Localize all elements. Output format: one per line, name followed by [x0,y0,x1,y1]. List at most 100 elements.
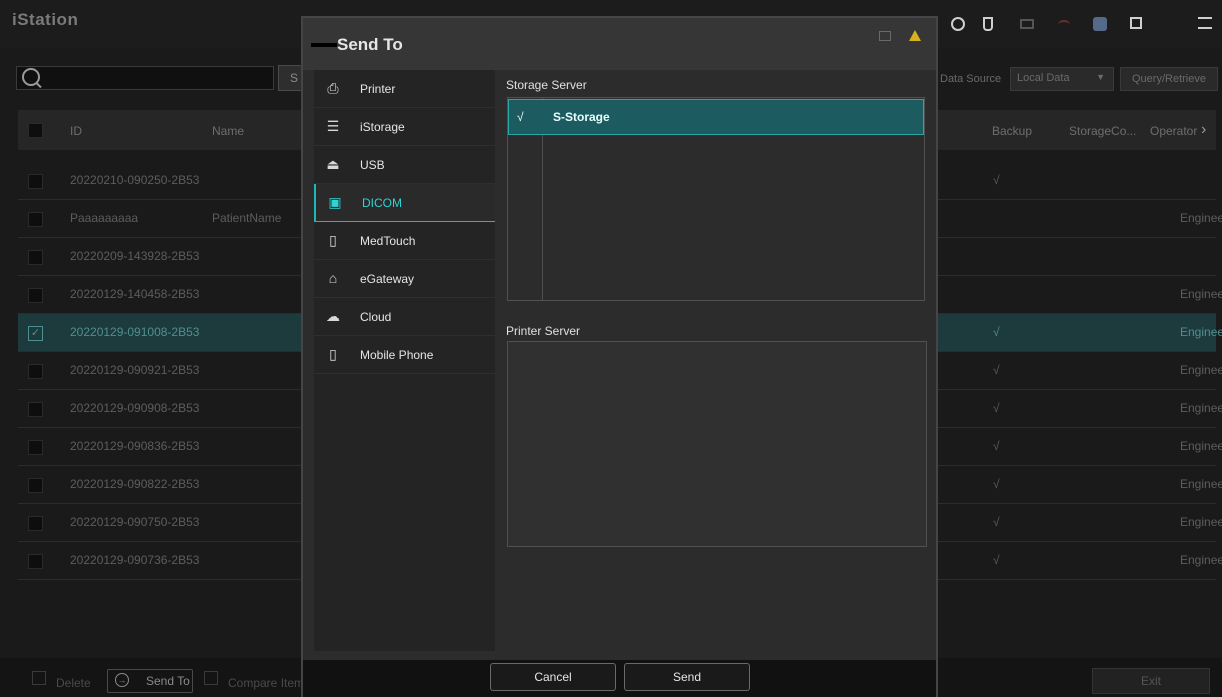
row-checkbox[interactable] [28,250,43,265]
header-storage-commit[interactable]: StorageCo... [1069,124,1136,138]
menu-item-cloud[interactable]: ☁ Cloud [314,298,495,336]
row-id: 20220210-090250-2B53 [70,173,200,187]
row-checkbox[interactable] [28,212,43,227]
network-icon[interactable] [1058,20,1070,30]
arrow-right-icon: → [115,673,129,687]
phone-icon: ▯ [329,346,337,362]
warning-icon[interactable] [909,30,921,41]
usb-status-icon[interactable] [983,17,993,31]
row-backup: √ [993,173,1000,187]
row-operator: Engineer [1180,363,1222,377]
print-queue-icon[interactable] [1130,17,1142,29]
menu-item-dicom[interactable]: ▣ DICOM [314,184,495,222]
row-operator: Engineer [1180,515,1222,529]
monitor-icon[interactable] [1020,19,1034,29]
send-to-label: Send To [146,674,190,688]
menu-item-medtouch[interactable]: ▯ MedTouch [314,222,495,260]
menu-item-label: eGateway [360,272,415,286]
row-checkbox[interactable] [28,288,43,303]
printer-server-list [507,341,927,547]
dialog-title: Send To [337,35,403,54]
row-operator: Engineer [1180,287,1222,301]
compare-item-button[interactable]: Compare Item [228,676,304,690]
record-icon[interactable] [951,17,965,31]
row-id: 20220129-090736-2B53 [70,553,200,567]
menu-item-label: Cloud [360,310,392,324]
data-source-label: Data Source [940,73,1002,85]
menu-item-label: USB [360,158,385,172]
delete-icon [32,671,46,685]
tablet-icon: ▯ [329,232,337,248]
settings-icon[interactable] [1093,17,1107,31]
row-id: 20220129-090836-2B53 [70,439,200,453]
row-id: 20220129-090750-2B53 [70,515,200,529]
menu-item-label: iStorage [360,120,405,134]
data-source-select[interactable]: Local Data ▼ [1010,67,1114,91]
row-backup: √ [993,439,1000,453]
menu-list-icon[interactable] [1198,17,1212,29]
select-all-checkbox[interactable] [28,123,43,138]
title-marker [311,43,337,47]
destination-menu: ⎙ Printer ☰ iStorage ⏏ USB ▣ DICOM ▯ MedTouch ⌂ eGa… [314,70,495,651]
usb-icon: ⏏ [326,156,340,172]
row-operator: Engineer [1180,401,1222,415]
menu-item-label: Printer [360,82,396,96]
row-id: 20220129-090921-2B53 [70,363,200,377]
row-backup: √ [993,515,1000,529]
menu-item-label: Mobile Phone [360,348,434,362]
header-operator[interactable]: Operator [1150,124,1197,138]
row-checkbox[interactable] [28,174,43,189]
header-backup[interactable]: Backup [992,124,1032,138]
menu-item-istorage[interactable]: ☰ iStorage [314,108,495,146]
row-backup: √ [993,363,1000,377]
row-id: 20220129-090908-2B53 [70,401,200,415]
send-to-dialog: Send To ⎙ Printer ☰ iStorage ⏏ USB ▣ DICOM ▯ MedT… [301,16,938,697]
dicom-icon: ▣ [328,194,342,210]
printer-server-label: Printer Server [506,324,581,338]
row-id: 20220129-090822-2B53 [70,477,200,491]
menu-item-printer[interactable]: ⎙ Printer [314,70,495,108]
exit-button[interactable]: Exit [1092,668,1210,694]
row-id: 20220129-140458-2B53 [70,287,200,301]
send-button[interactable]: Send [624,663,750,691]
row-id: Paaaaaaaaa [70,211,139,225]
compare-icon [204,671,218,685]
row-checkbox[interactable] [28,402,43,417]
row-operator: Engineer [1180,477,1222,491]
cloud-icon: ☁ [326,308,340,324]
cancel-button[interactable]: Cancel [490,663,616,691]
printer-icon: ⎙ [327,80,339,96]
row-operator: Engineer [1180,439,1222,453]
menu-item-usb[interactable]: ⏏ USB [314,146,495,184]
menu-item-label: DICOM [362,196,402,210]
header-id[interactable]: ID [70,124,82,138]
gateway-icon: ⌂ [328,270,338,286]
delete-button[interactable]: Delete [56,676,91,690]
menu-item-label: MedTouch [360,234,416,248]
storage-server-name[interactable]: S-Storage [553,110,610,124]
row-id: 20220209-143928-2B53 [70,249,200,263]
row-backup: √ [993,325,1000,339]
row-checkbox[interactable] [28,440,43,455]
search-icon [22,68,40,86]
send-to-button[interactable]: → Send To [107,669,193,693]
row-checkbox[interactable]: ✓ [28,326,43,341]
row-operator: Engineer [1180,553,1222,567]
storage-server-check[interactable]: √ [517,110,524,124]
row-id: 20220129-091008-2B53 [70,325,200,339]
row-checkbox[interactable] [28,364,43,379]
query-retrieve-button[interactable]: Query/Retrieve [1120,67,1218,91]
row-backup: √ [993,401,1000,415]
menu-item-egateway[interactable]: ⌂ eGateway [314,260,495,298]
network-status-icon [879,31,891,41]
row-checkbox[interactable] [28,554,43,569]
row-checkbox[interactable] [28,478,43,493]
storage-icon: ☰ [326,118,340,134]
chevron-right-icon[interactable]: › [1201,121,1206,139]
menu-item-mobile-phone[interactable]: ▯ Mobile Phone [314,336,495,374]
row-checkbox[interactable] [28,516,43,531]
data-source-value: Local Data [1017,72,1070,84]
search-input[interactable] [16,66,274,90]
header-name[interactable]: Name [212,124,244,138]
row-operator: Engineer [1180,325,1222,339]
